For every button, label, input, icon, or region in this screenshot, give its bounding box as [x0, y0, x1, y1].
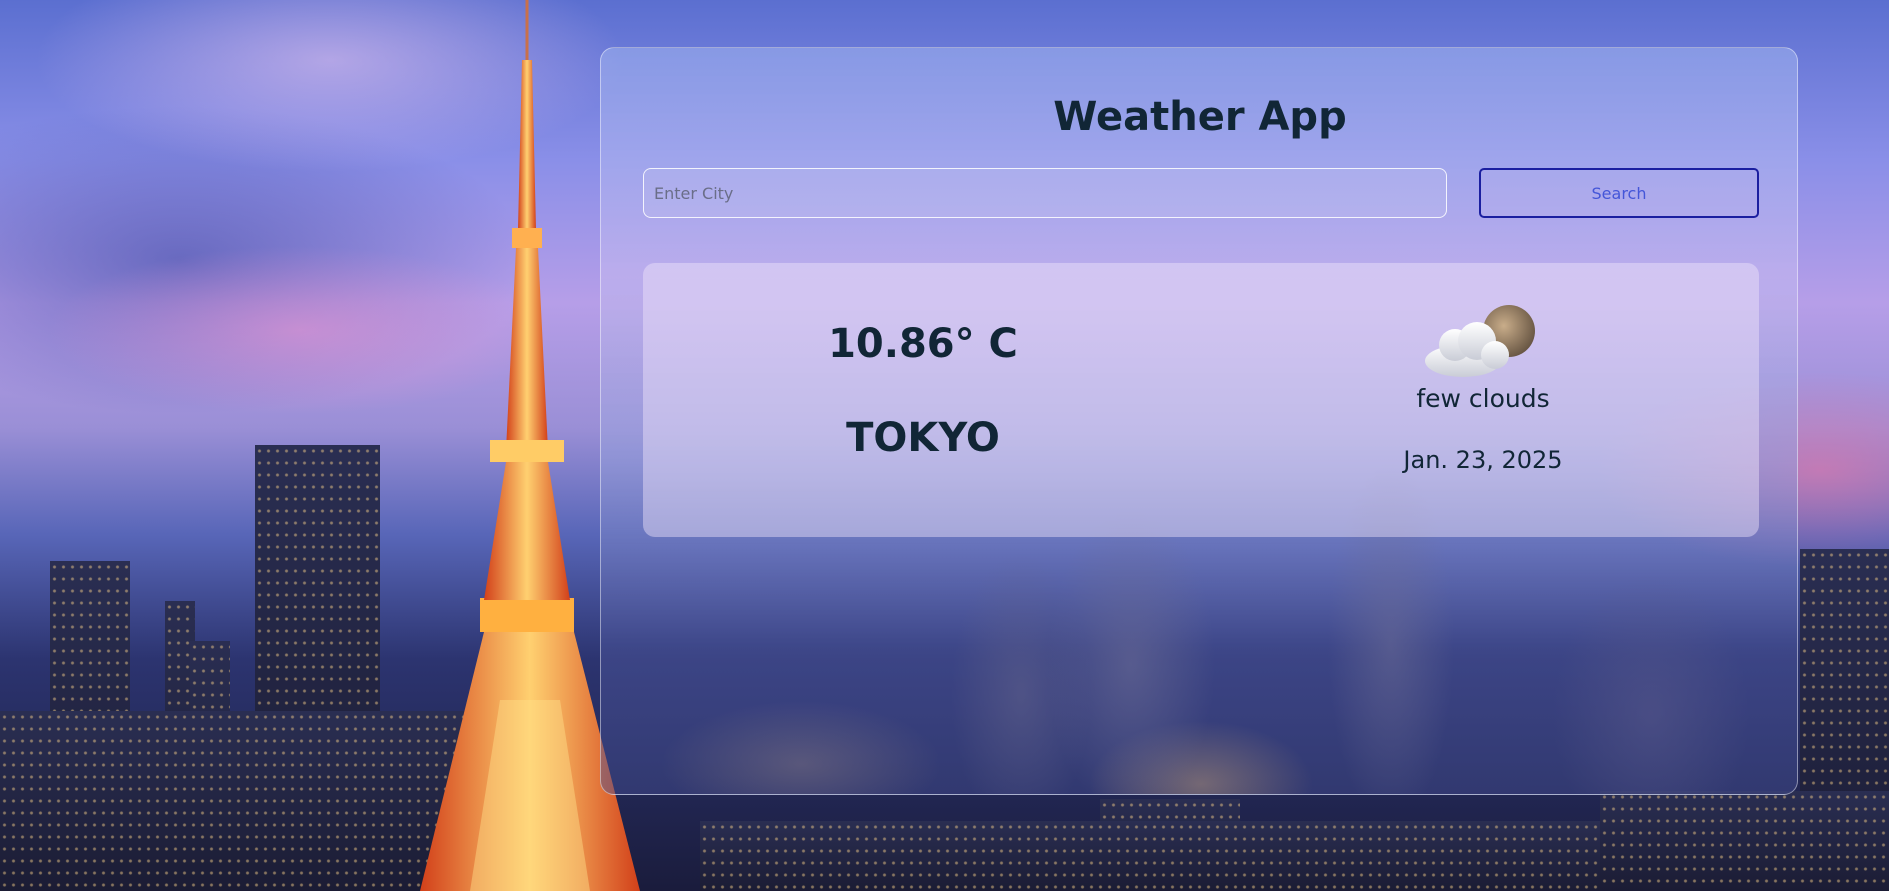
weather-card: Weather App Search 10.86° C TOKYO — [600, 47, 1798, 795]
temperature-value: 10.86° C — [828, 321, 1018, 367]
few-clouds-icon — [1425, 305, 1535, 377]
city-name: TOKYO — [846, 415, 1000, 461]
weather-date: Jan. 23, 2025 — [1403, 446, 1563, 474]
weather-result-panel: 10.86° C TOKYO few clouds Jan. 23, 2025 — [643, 263, 1759, 537]
city-search-input[interactable] — [643, 168, 1447, 218]
skyline-building — [700, 821, 1600, 891]
app-title: Weather App — [1053, 94, 1347, 140]
search-button[interactable]: Search — [1479, 168, 1759, 218]
skyline-building — [1600, 791, 1889, 891]
weather-description: few clouds — [1416, 384, 1550, 413]
